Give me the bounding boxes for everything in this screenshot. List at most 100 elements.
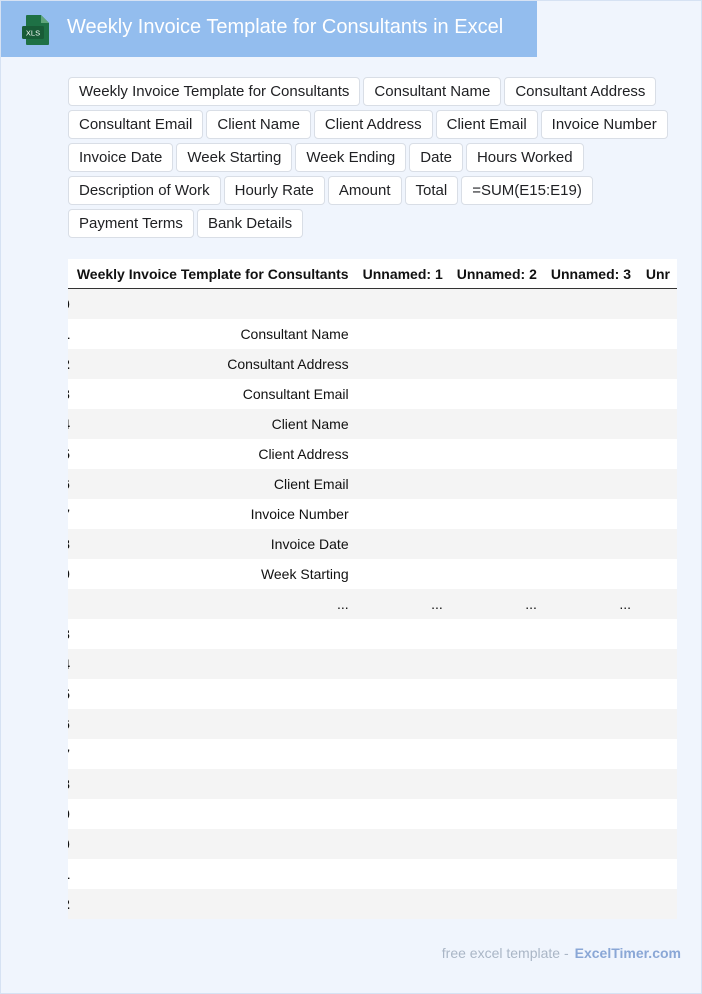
- data-table: Weekly Invoice Template for Consultants U…: [68, 259, 677, 919]
- table-cell: ...: [69, 589, 356, 619]
- keyword-tag[interactable]: Hours Worked: [465, 143, 584, 172]
- table-cell: [637, 619, 677, 649]
- row-index-label: 1: [68, 326, 70, 342]
- row-index-label: 0: [68, 296, 70, 312]
- keyword-tag[interactable]: Client Name: [206, 110, 311, 139]
- table-cell: [637, 739, 677, 769]
- footer-brand-link[interactable]: ExcelTimer.com: [575, 945, 681, 961]
- table-cell: [637, 679, 677, 709]
- table-cell: [543, 409, 638, 439]
- table-cell: [543, 439, 638, 469]
- row-index-label: 9: [68, 806, 70, 822]
- table-cell: [637, 709, 677, 739]
- table-cell: [637, 589, 677, 619]
- table-cell: [355, 619, 450, 649]
- row-index-label: 7: [68, 506, 70, 522]
- table-cell: [449, 349, 544, 379]
- keyword-tag[interactable]: Consultant Email: [68, 110, 204, 139]
- table-cell: [543, 619, 638, 649]
- table-cell: [449, 319, 544, 349]
- table-cell: [449, 859, 544, 889]
- data-table-container[interactable]: Weekly Invoice Template for Consultants U…: [68, 259, 677, 919]
- table-cell: [355, 679, 450, 709]
- keyword-tag[interactable]: Client Address: [313, 110, 433, 139]
- row-index-label: 1: [68, 866, 70, 882]
- table-cell: [449, 649, 544, 679]
- keyword-tag[interactable]: Week Starting: [176, 143, 293, 172]
- table-row: 0: [68, 829, 677, 859]
- table-cell: [449, 679, 544, 709]
- table-cell: Client Name: [69, 409, 356, 439]
- table-cell: [543, 739, 638, 769]
- table-cell: [543, 469, 638, 499]
- table-cell: [449, 739, 544, 769]
- keyword-tag[interactable]: Bank Details: [196, 209, 304, 238]
- table-cell: [637, 288, 677, 319]
- table-cell: [69, 859, 356, 889]
- table-cell: [637, 469, 677, 499]
- table-cell: [355, 889, 450, 919]
- table-cell: [543, 349, 638, 379]
- table-cell: Invoice Date: [69, 529, 356, 559]
- keyword-tag[interactable]: Amount: [327, 176, 402, 205]
- table-cell: [355, 529, 450, 559]
- table-cell: [543, 379, 638, 409]
- table-cell: [355, 409, 450, 439]
- table-cell: [543, 319, 638, 349]
- keyword-tag[interactable]: Payment Terms: [68, 209, 194, 238]
- table-cell: [637, 499, 677, 529]
- table-cell: [637, 829, 677, 859]
- table-cell: Consultant Name: [69, 319, 356, 349]
- keyword-tag[interactable]: Consultant Name: [363, 77, 502, 106]
- table-row: 7Invoice Number: [68, 499, 677, 529]
- keyword-tag[interactable]: Total: [404, 176, 459, 205]
- keyword-tag[interactable]: Date: [409, 143, 463, 172]
- keyword-tag[interactable]: =SUM(E15:E19): [461, 176, 593, 205]
- table-cell: [355, 709, 450, 739]
- excel-file-icon: XLS: [22, 15, 49, 45]
- table-row: 2: [68, 889, 677, 919]
- table-row: 7: [68, 739, 677, 769]
- table-cell: [637, 769, 677, 799]
- table-cell: [637, 649, 677, 679]
- table-row: 3Consultant Email: [68, 379, 677, 409]
- table-cell: [355, 288, 450, 319]
- table-cell: [637, 799, 677, 829]
- table-cell: [449, 469, 544, 499]
- keyword-tag[interactable]: Hourly Rate: [223, 176, 325, 205]
- keyword-tag[interactable]: Week Ending: [295, 143, 407, 172]
- column-header: Unnamed: 2: [449, 259, 544, 289]
- table-cell: Invoice Number: [69, 499, 356, 529]
- table-cell: Consultant Address: [69, 349, 356, 379]
- table-row: 0: [68, 288, 677, 319]
- table-cell: [69, 709, 356, 739]
- table-cell: [449, 439, 544, 469]
- keyword-tag[interactable]: Weekly Invoice Template for Consultants: [68, 77, 361, 106]
- row-index-label: 2: [68, 896, 70, 912]
- keyword-tag-list: Weekly Invoice Template for Consultants C…: [68, 77, 678, 238]
- row-index-label: 5: [68, 446, 70, 462]
- table-cell: [69, 679, 356, 709]
- table-cell: [543, 769, 638, 799]
- table-cell: [449, 409, 544, 439]
- table-row: ............: [68, 589, 677, 619]
- keyword-tag[interactable]: Client Email: [435, 110, 538, 139]
- table-cell: [543, 499, 638, 529]
- table-cell: [449, 619, 544, 649]
- table-cell: [637, 349, 677, 379]
- table-cell: [355, 829, 450, 859]
- keyword-tag[interactable]: Invoice Number: [540, 110, 668, 139]
- row-index-label: 4: [68, 656, 70, 672]
- table-cell: Client Email: [69, 469, 356, 499]
- column-header: Unnamed: 1: [355, 259, 450, 289]
- row-index-label: 8: [68, 536, 70, 552]
- keyword-tag[interactable]: Consultant Address: [504, 77, 657, 106]
- table-cell: [637, 529, 677, 559]
- table-cell: [543, 679, 638, 709]
- table-cell: ...: [449, 589, 544, 619]
- keyword-tag[interactable]: Description of Work: [68, 176, 221, 205]
- table-cell: Week Starting: [69, 559, 356, 589]
- row-index-label: 4: [68, 416, 70, 432]
- table-cell: [69, 889, 356, 919]
- keyword-tag[interactable]: Invoice Date: [68, 143, 174, 172]
